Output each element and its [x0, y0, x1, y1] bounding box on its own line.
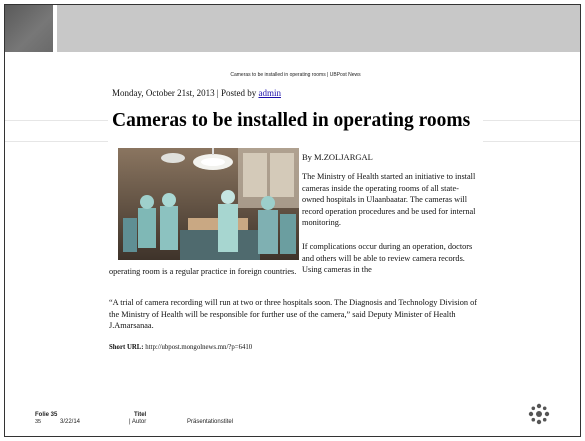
- article-paragraph: operating room is a regular practice in …: [109, 267, 297, 276]
- author-link[interactable]: admin: [258, 88, 281, 98]
- dateline: Monday, October 21st, 2013 | Posted by a…: [112, 88, 281, 98]
- surgery-photo: [118, 148, 299, 260]
- footer-author: | Autor: [129, 419, 147, 425]
- footer-slide-number: 35: [35, 419, 42, 425]
- short-url-value[interactable]: http://ubpost.mongolnews.mn/?p=6410: [145, 344, 252, 351]
- short-url-label: Short URL:: [109, 344, 144, 351]
- article-paragraph: “A trial of camera recording will run at…: [109, 298, 478, 330]
- short-url: Short URL: http://ubpost.mongolnews.mn/?…: [109, 344, 252, 351]
- date-text: Monday, October 21st, 2013 | Posted by: [112, 88, 259, 98]
- browser-page-header: Cameras to be installed in operating roo…: [230, 72, 361, 78]
- article-byline: By M.ZOLJARGAL: [302, 152, 373, 162]
- footer-presentation-title: Präsentationstitel: [187, 419, 234, 425]
- footer-slide-label: Folie 35: [35, 412, 58, 418]
- slide-title-bar: [57, 5, 580, 52]
- article-screenshot: Cameras to be installed in operating roo…: [108, 64, 483, 364]
- footer-date: 3/22/14: [60, 419, 81, 425]
- article-paragraph: The Ministry of Health started an initia…: [302, 172, 476, 227]
- footer-title-label: Titel: [134, 412, 147, 418]
- slide-corner-block: [5, 5, 53, 52]
- article-headline: Cameras to be installed in operating roo…: [112, 110, 471, 131]
- university-seal-icon: [528, 403, 550, 425]
